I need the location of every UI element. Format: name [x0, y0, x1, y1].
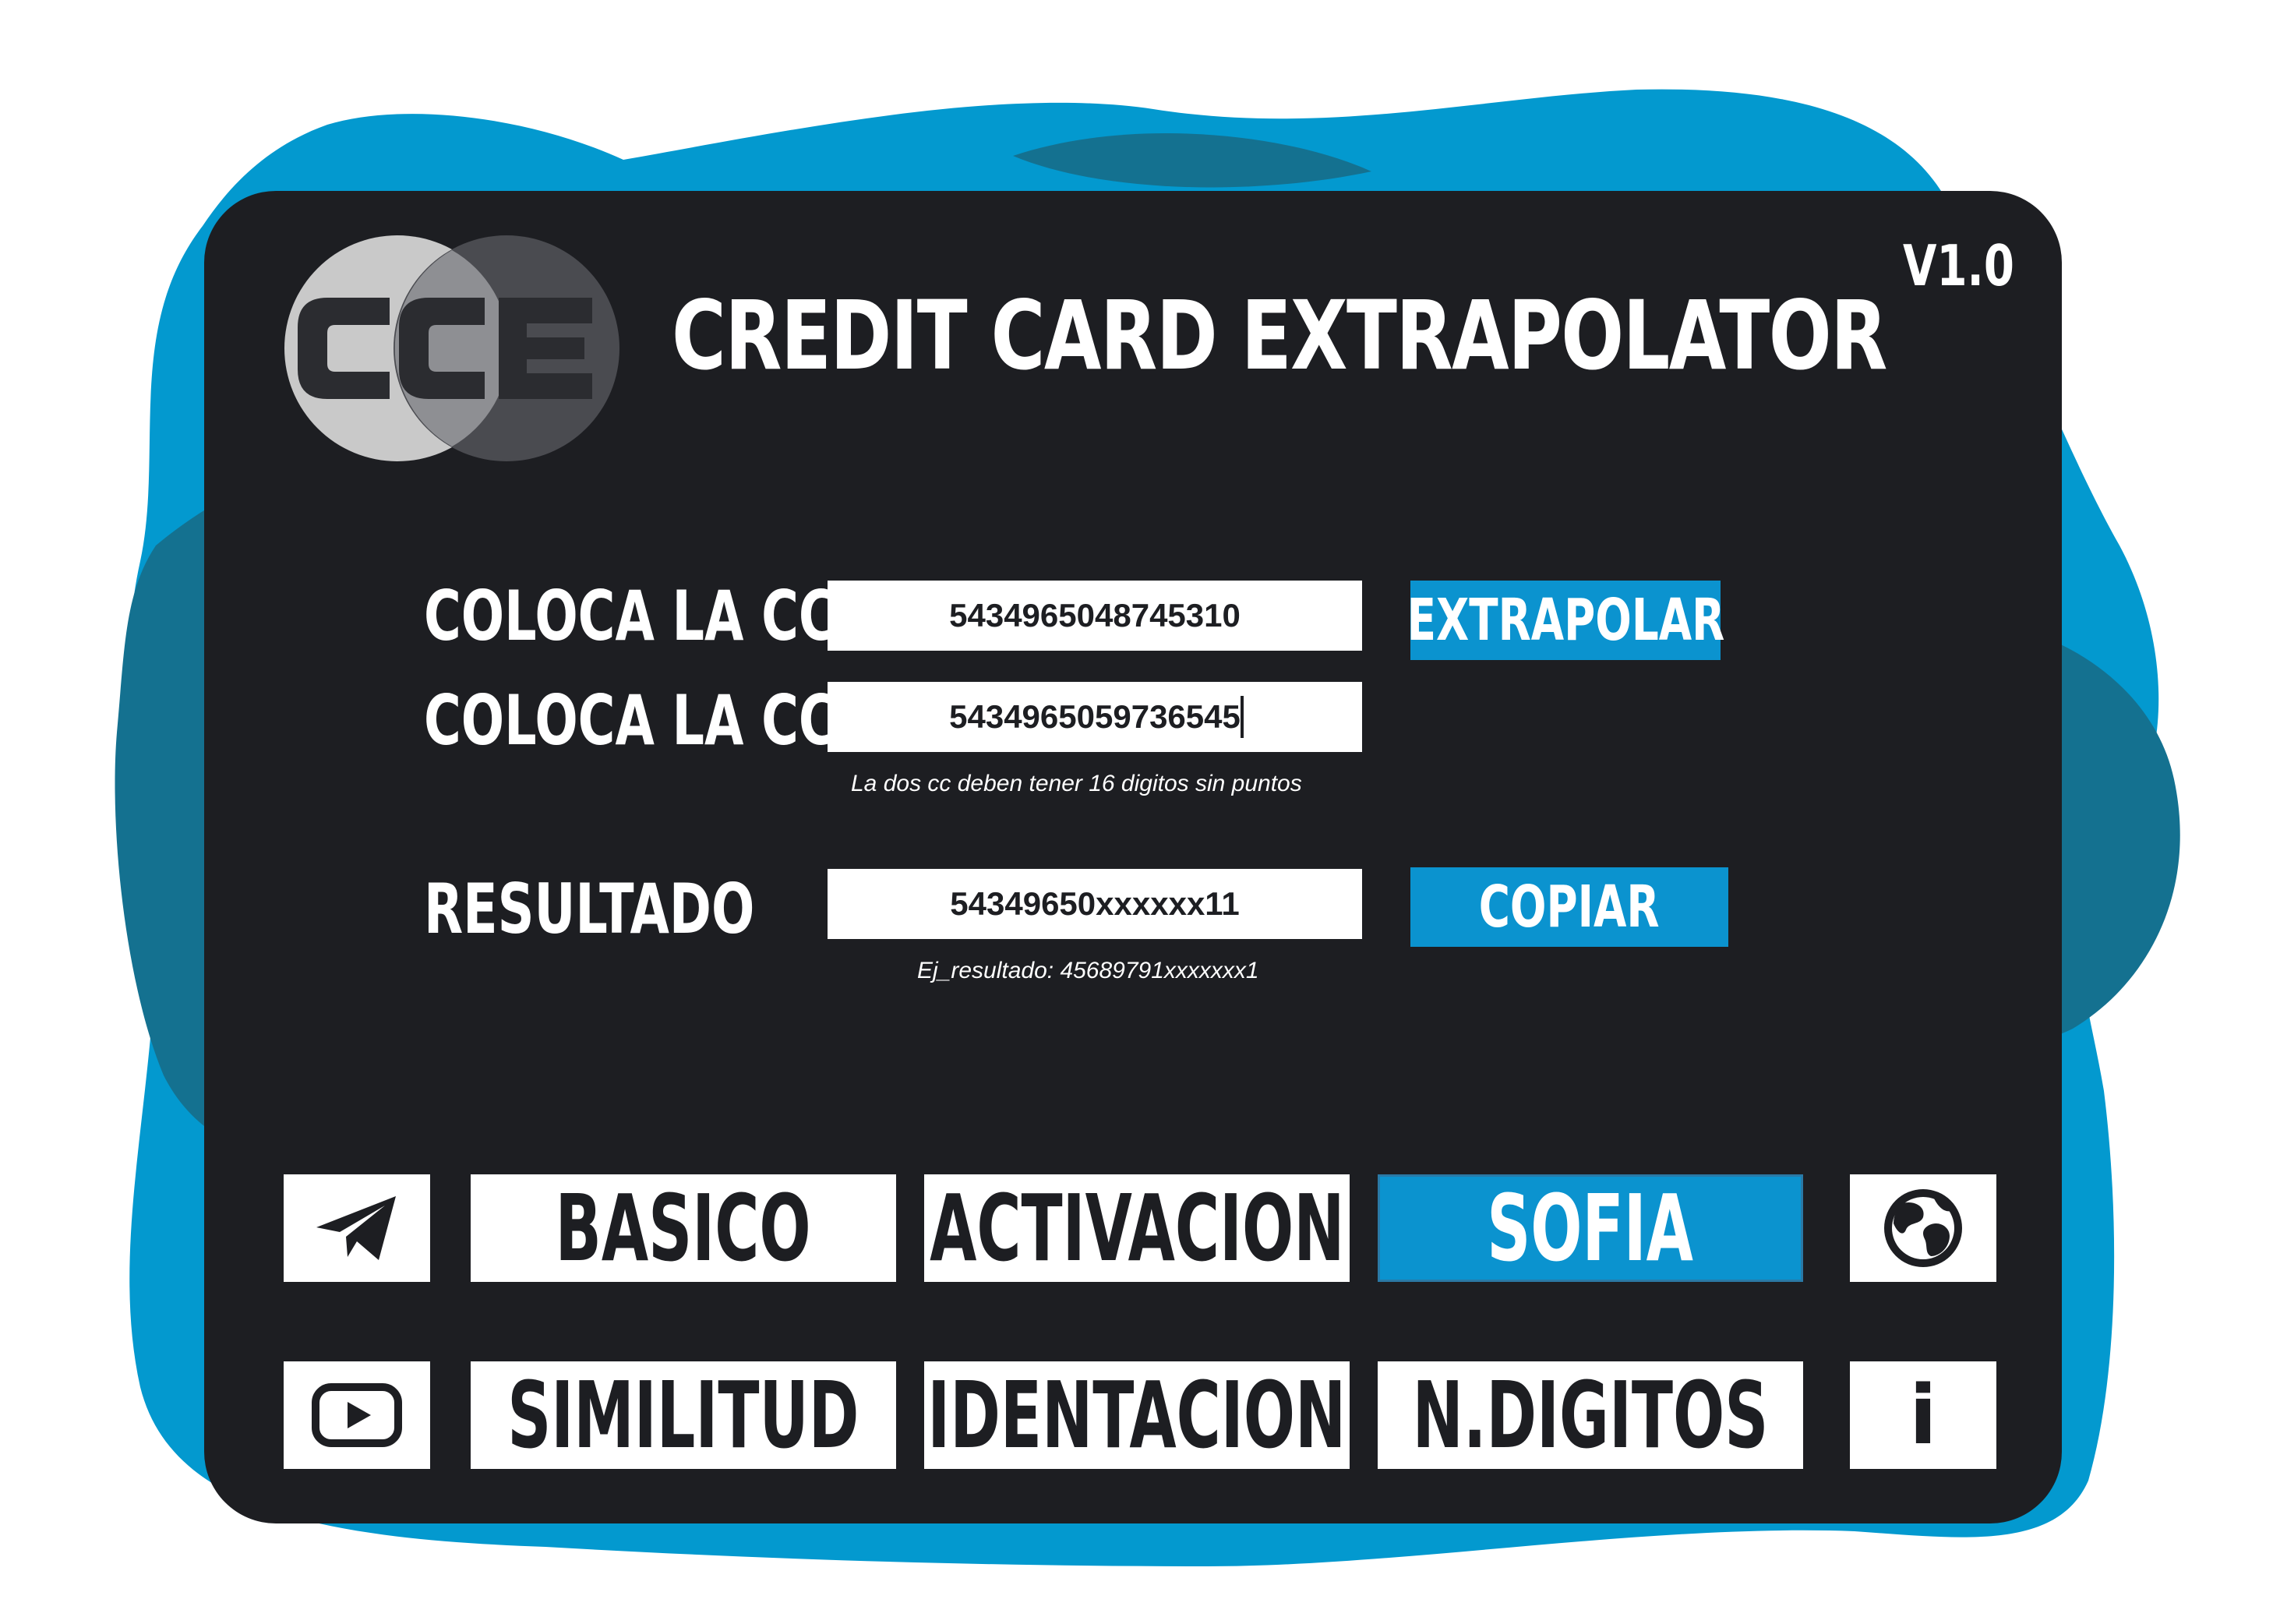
nav-sofia-label: SOFIA [1487, 1174, 1694, 1282]
cc1-label: COLOCA LA CC1 [424, 576, 871, 656]
text-caret [1241, 696, 1244, 738]
telegram-icon [316, 1196, 396, 1260]
youtube-icon [312, 1383, 402, 1447]
copiar-button-label: COPIAR [1479, 874, 1660, 941]
nav-similitud[interactable]: SIMILITUD [471, 1361, 896, 1469]
nav-basico-label: BASICO [555, 1174, 812, 1282]
telegram-button[interactable] [284, 1174, 430, 1282]
nav-ndigitos[interactable]: N.DIGITOS [1378, 1361, 1803, 1469]
nav-identacion-label: IDENTACION [927, 1361, 1347, 1469]
result-example-hint: Ej_resultado: 45689791xxxxxxx1 [917, 958, 1259, 983]
cc2-label: COLOCA LA CC2 [424, 680, 871, 761]
nav-ndigitos-label: N.DIGITOS [1412, 1361, 1769, 1469]
cce-logo [284, 235, 619, 461]
globe-icon [1884, 1189, 1962, 1267]
app-title: CREDIT CARD EXTRAPOLATOR [672, 281, 1887, 391]
youtube-button[interactable] [284, 1361, 430, 1469]
nav-activacion-label: ACTIVACION [929, 1174, 1345, 1282]
info-button[interactable]: i [1850, 1361, 1996, 1469]
extrapolar-button[interactable]: EXTRAPOLAR [1407, 581, 1724, 660]
cc-format-hint: La dos cc deben tener 16 digitos sin pun… [851, 771, 1302, 796]
nav-similitud-label: SIMILITUD [507, 1361, 859, 1469]
copiar-button[interactable]: COPIAR [1410, 867, 1728, 947]
website-button[interactable] [1850, 1174, 1996, 1282]
cc1-input[interactable] [828, 581, 1362, 651]
app-window: CREDIT CARD EXTRAPOLATOR V1.0 COLOCA LA … [204, 191, 2062, 1523]
extrapolar-button-label: EXTRAPOLAR [1407, 587, 1724, 654]
info-icon: i [1909, 1368, 1937, 1463]
nav-identacion[interactable]: IDENTACION [924, 1361, 1350, 1469]
result-label: RESULTADO [424, 869, 755, 949]
nav-basico[interactable]: BASICO [471, 1174, 896, 1282]
cc2-input[interactable] [828, 682, 1362, 752]
result-output[interactable] [828, 869, 1362, 939]
version-label: V1.0 [1903, 233, 2014, 298]
nav-activacion[interactable]: ACTIVACION [924, 1174, 1350, 1282]
nav-sofia[interactable]: SOFIA [1378, 1174, 1803, 1282]
